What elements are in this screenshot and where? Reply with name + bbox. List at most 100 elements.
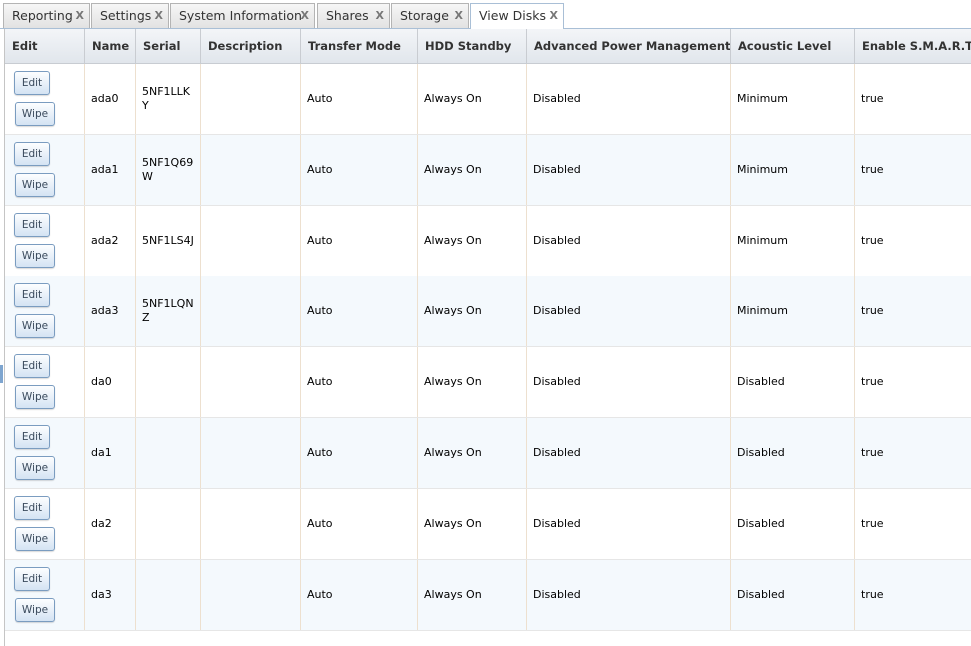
apm-value-cell: Disabled — [527, 64, 731, 134]
column-header-hdd-standby[interactable]: HDD Standby — [418, 29, 527, 63]
edit-button[interactable]: Edit — [14, 495, 50, 520]
hdd-standby-value-cell: Always On — [418, 347, 527, 418]
edit-button[interactable]: Edit — [14, 71, 50, 95]
edit-button[interactable]: Edit — [14, 566, 50, 591]
close-icon[interactable]: X — [301, 4, 309, 28]
wipe-button[interactable]: Wipe — [15, 456, 55, 480]
transfer-mode-value: Auto — [307, 446, 333, 459]
hdd-standby-value: Always On — [424, 233, 482, 247]
disk-serial-cell — [136, 347, 201, 418]
column-header-serial[interactable]: Serial — [136, 29, 201, 63]
wipe-button[interactable]: Wipe — [15, 526, 55, 551]
smart-enabled-value: true — [861, 162, 884, 176]
apm-value-cell: Disabled — [527, 134, 731, 205]
transfer-mode-value-cell: Auto — [301, 418, 418, 488]
column-header-edit[interactable]: Edit — [5, 29, 85, 63]
edit-cell: Edit Wipe — [5, 347, 85, 418]
tab-reporting[interactable]: Reporting X — [3, 3, 90, 28]
apm-value: Disabled — [533, 233, 581, 247]
tab-settings[interactable]: Settings X — [91, 3, 169, 28]
hdd-standby-value: Always On — [424, 587, 482, 601]
hdd-standby-value: Always On — [424, 446, 482, 459]
acoustic-level-value: Minimum — [737, 162, 788, 176]
apm-value: Disabled — [533, 162, 581, 176]
column-header-description[interactable]: Description — [201, 29, 301, 63]
hdd-standby-value: Always On — [424, 516, 482, 530]
edit-cell: Edit Wipe — [5, 559, 85, 630]
edit-button[interactable]: Edit — [14, 283, 50, 308]
tab-storage[interactable]: Storage X — [391, 3, 469, 28]
table-row[interactable]: Edit Wipe da0 Auto Always On Disabled Disabled… — [5, 347, 971, 419]
table-row[interactable]: Edit Wipe da3 Auto Always On Disabled Disabled… — [5, 559, 971, 631]
edit-button[interactable]: Edit — [14, 425, 50, 449]
smart-enabled-value-cell: true — [855, 64, 971, 134]
apm-value: Disabled — [533, 92, 581, 105]
table-row[interactable]: Edit Wipe ada1 5NF1Q69W Auto Always On Disable… — [5, 134, 971, 206]
transfer-mode-value: Auto — [307, 92, 333, 105]
column-header-transfer-mode[interactable]: Transfer Mode — [301, 29, 418, 63]
table-row[interactable]: Edit Wipe da2 Auto Always On Disabled Disabled… — [5, 488, 971, 560]
disk-serial-cell — [136, 418, 201, 488]
transfer-mode-value: Auto — [307, 304, 333, 318]
close-icon[interactable]: X — [76, 4, 84, 28]
tab-label: Shares — [326, 8, 369, 23]
column-header-acoustic-level[interactable]: Acoustic Level — [731, 29, 855, 63]
acoustic-level-value: Minimum — [737, 233, 788, 247]
table-row[interactable]: Edit Wipe ada2 5NF1LS4J Auto Always On Disable… — [5, 205, 971, 277]
acoustic-level-value: Disabled — [737, 516, 785, 530]
tab-view-disks[interactable]: View Disks X — [470, 3, 564, 29]
table-row[interactable]: Edit Wipe ada3 5NF1LQNZ Auto Always On Disable… — [5, 276, 971, 348]
disk-serial-cell: 5NF1LS4J — [136, 205, 201, 276]
disk-name: da1 — [91, 446, 112, 459]
close-icon[interactable]: X — [376, 4, 384, 28]
wipe-button[interactable]: Wipe — [15, 172, 55, 197]
column-header-apm[interactable]: Advanced Power Management — [527, 29, 731, 63]
apm-value-cell: Disabled — [527, 276, 731, 347]
table-row[interactable]: Edit Wipe ada0 5NF1LLKY Auto Always On Disable… — [5, 64, 971, 135]
edit-button[interactable]: Edit — [14, 212, 50, 237]
tab-label: Storage — [400, 8, 449, 23]
apm-value-cell: Disabled — [527, 347, 731, 418]
edit-button[interactable]: Edit — [14, 141, 50, 166]
tab-shares[interactable]: Shares X — [317, 3, 390, 28]
apm-value: Disabled — [533, 375, 581, 389]
acoustic-level-value-cell: Disabled — [731, 488, 855, 559]
hdd-standby-value-cell: Always On — [418, 134, 527, 205]
disk-name: da3 — [91, 587, 112, 601]
disk-name: ada3 — [91, 304, 119, 318]
disk-name: ada1 — [91, 162, 119, 176]
transfer-mode-value-cell: Auto — [301, 276, 418, 347]
smart-enabled-value-cell: true — [855, 560, 971, 630]
acoustic-level-value-cell: Minimum — [731, 205, 855, 276]
wipe-button[interactable]: Wipe — [15, 385, 55, 410]
disk-serial: 5NF1LQNZ — [142, 297, 194, 325]
disk-description-cell — [201, 559, 301, 630]
hdd-standby-value-cell: Always On — [418, 559, 527, 630]
column-header-smart[interactable]: Enable S.M.A.R.T. — [855, 29, 971, 63]
transfer-mode-value-cell: Auto — [301, 134, 418, 205]
wipe-button[interactable]: Wipe — [15, 597, 55, 622]
tab-system-information[interactable]: System Information X — [170, 3, 315, 28]
disk-name: ada0 — [91, 92, 119, 105]
disk-description-cell — [201, 64, 301, 134]
edit-button[interactable]: Edit — [14, 354, 50, 379]
splitter-handle[interactable] — [0, 365, 3, 383]
wipe-button[interactable]: Wipe — [15, 314, 55, 339]
table-row[interactable]: Edit Wipe da1 Auto Always On Disabled Disabled… — [5, 418, 971, 489]
smart-enabled-value-cell: true — [855, 489, 971, 559]
edit-cell: Edit Wipe — [5, 205, 85, 276]
wipe-button[interactable]: Wipe — [15, 102, 55, 126]
smart-enabled-value-cell: true — [855, 418, 971, 488]
edit-cell: Edit Wipe — [5, 134, 85, 205]
smart-enabled-value: true — [861, 446, 884, 459]
acoustic-level-value: Disabled — [737, 587, 785, 601]
hdd-standby-value: Always On — [424, 375, 482, 389]
wipe-button[interactable]: Wipe — [15, 243, 55, 268]
apm-value-cell: Disabled — [527, 418, 731, 488]
column-header-name[interactable]: Name — [85, 29, 136, 63]
smart-enabled-value: true — [861, 375, 884, 389]
close-icon[interactable]: X — [550, 4, 558, 28]
close-icon[interactable]: X — [155, 4, 163, 28]
close-icon[interactable]: X — [455, 4, 463, 28]
disk-name-cell: da1 — [85, 418, 136, 488]
